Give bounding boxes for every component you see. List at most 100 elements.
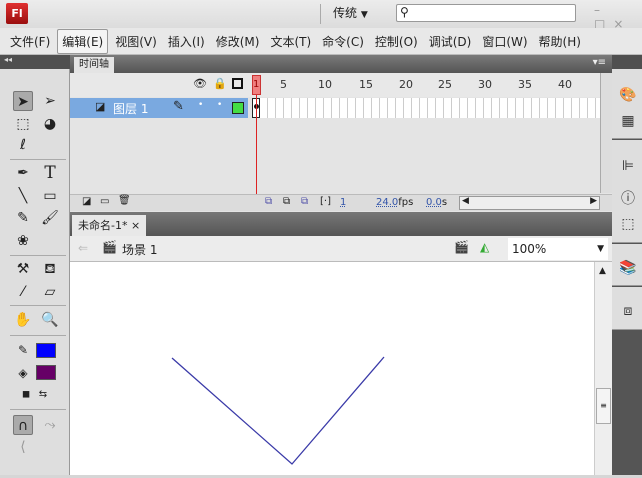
delete-layer-icon[interactable]: 🗑 [118,195,131,206]
layer-name[interactable]: 图层 1 [113,100,148,117]
workspace-switcher[interactable]: 传统 ▼ [333,4,368,21]
time-unit: s [441,197,448,208]
frame-rate[interactable]: 24.0 [376,197,398,208]
divider [10,159,66,160]
menu-debug[interactable]: 调试(D) [425,30,476,53]
timeline-vscroll[interactable] [600,73,612,193]
timeline-panel: 时间轴 ▾≡ 👁 🔒 5 10 15 20 25 30 35 40 1 ◪ 图层… [70,55,612,212]
scroll-thumb[interactable]: ≡ [596,388,611,424]
selection-tool-icon[interactable]: ➤ [13,91,33,111]
menu-commands[interactable]: 命令(C) [318,30,368,53]
menu-insert[interactable]: 插入(I) [164,30,209,53]
components-icon[interactable]: ⧈ [619,303,637,319]
frame-tick: 20 [399,78,413,91]
snap-to-objects-icon[interactable]: ∩ [13,415,33,435]
onion-markers-icon[interactable]: [·] [320,196,331,207]
3d-rotation-tool-icon[interactable]: ◕ [40,114,60,134]
collapse-icon[interactable]: ◂◂ [0,55,70,69]
eye-icon[interactable]: 👁 [193,77,207,90]
document-tabs: 未命名-1* × [70,212,612,236]
frame-tick: 15 [359,78,373,91]
elapsed-time[interactable]: 0.0 [426,197,442,208]
panel-group: 📚 [612,244,642,286]
stage-vscroll[interactable]: ▲ ≡ [594,262,612,475]
new-folder-icon[interactable]: ▭ [100,196,109,207]
text-tool-icon[interactable]: T [40,163,60,183]
pencil-icon: ✎ [173,99,184,114]
paint-bucket-tool-icon[interactable]: ⛾ [40,259,60,279]
close-icon[interactable]: × [131,219,140,232]
timeline-hscroll[interactable]: ◀ ▶ [459,196,600,210]
tab-document[interactable]: 未命名-1* × [72,215,147,236]
frame-cells[interactable] [252,98,600,118]
pencil-tool-icon[interactable]: ✎ [13,208,33,228]
swap-colors-icon[interactable]: ⇆ [33,385,53,405]
v-line-shape [171,356,385,465]
straighten-icon[interactable]: ⟨ [13,437,33,457]
onion-skin-icon[interactable]: ⧉ [265,196,272,207]
eraser-tool-icon[interactable]: ▱ [40,282,60,302]
lock-icon[interactable]: 🔒 [213,77,227,90]
layer-row[interactable]: ◪ 图层 1 ✎ • • [70,98,248,118]
edit-scene-icon[interactable]: 🎬 [454,240,469,254]
edit-symbols-icon[interactable]: ◭ [480,240,489,254]
align-icon[interactable]: ⊫ [619,158,637,174]
info-icon[interactable]: ⓘ [619,188,637,207]
smooth-icon[interactable]: ⤳ [40,415,60,435]
playhead[interactable]: 1 [252,75,261,95]
free-transform-tool-icon[interactable]: ⬚ [13,114,33,134]
edit-multiple-icon[interactable]: ⧉ [301,196,308,207]
menu-window[interactable]: 窗口(W) [478,30,531,53]
chevron-down-icon: ▼ [597,244,604,254]
menu-help[interactable]: 帮助(H) [535,30,585,53]
fill-color-icon: ◈ [18,366,28,380]
hand-tool-icon[interactable]: ✋ [13,310,33,330]
brush-tool-icon[interactable]: 🖌 [40,208,60,228]
new-layer-icon[interactable]: ◪ [82,196,91,207]
outline-icon[interactable] [232,78,243,89]
menu-file[interactable]: 文件(F) [6,30,54,53]
menu-view[interactable]: 视图(V) [111,30,161,53]
divider [10,255,66,256]
line-tool-icon[interactable]: ╲ [13,186,33,206]
back-arrow-icon[interactable]: ⇐ [78,241,88,255]
lock-dot[interactable]: • [217,100,222,110]
window-controls[interactable]: –□× [594,3,642,31]
stage[interactable] [70,262,594,475]
lasso-tool-icon[interactable]: ℓ [13,135,33,155]
menu-control[interactable]: 控制(O) [371,30,422,53]
pen-tool-icon[interactable]: ✒ [13,163,33,183]
deco-tool-icon[interactable]: ❀ [13,231,33,251]
scroll-up-icon[interactable]: ▲ [599,266,606,276]
edit-bar: ⇐ 🎬 场景 1 🎬 ◭ 100% ▼ [70,236,612,262]
frame-ruler[interactable]: 👁 🔒 5 10 15 20 25 30 35 40 [70,73,600,97]
outline-color-swatch[interactable] [232,102,244,114]
rectangle-tool-icon[interactable]: ▭ [40,186,60,206]
search-input[interactable]: ⚲ [396,4,576,22]
onion-outline-icon[interactable]: ⧉ [283,196,290,207]
eyedropper-tool-icon[interactable]: ⁄ [13,282,33,302]
menu-edit[interactable]: 编辑(E) [57,28,109,54]
visibility-dot[interactable]: • [198,100,203,110]
timeline-footer: ◪ ▭ 🗑 ⧉ ⧉ ⧉ [·] 1 24.0fps 0.0s ◀ ▶ [70,194,612,211]
color-palette-icon[interactable]: 🎨 [619,87,637,103]
zoom-tool-icon[interactable]: 🔍 [40,310,60,330]
frame-tick: 5 [280,78,287,91]
menu-modify[interactable]: 修改(M) [212,30,264,53]
menu-text[interactable]: 文本(T) [266,30,315,53]
document-tab-label: 未命名-1* [78,219,128,232]
tab-timeline[interactable]: 时间轴 [74,57,114,73]
library-icon[interactable]: 📚 [619,260,637,276]
subselection-tool-icon[interactable]: ➢ [40,91,60,111]
frame-tick: 40 [558,78,572,91]
divider [10,335,66,336]
bone-tool-icon[interactable]: ⚒ [13,259,33,279]
zoom-select[interactable]: 100% ▼ [508,238,608,260]
fill-color-swatch[interactable] [36,365,56,380]
stroke-color-swatch[interactable] [36,343,56,358]
swatches-icon[interactable]: ▦ [619,113,637,129]
transform-icon[interactable]: ⬚ [619,216,637,232]
title-bar: Fl 传统 ▼ ⚲ –□× [0,0,642,31]
current-frame[interactable]: 1 [340,197,346,208]
panel-menu-icon[interactable]: ▾≡ [593,57,606,68]
